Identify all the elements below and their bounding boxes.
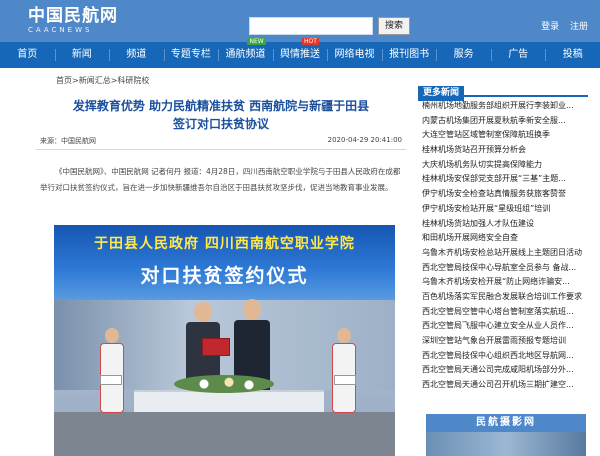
nav-item-tv[interactable]: 网络电视 bbox=[327, 42, 382, 68]
sidebar-header: 更多新闻 bbox=[418, 80, 588, 101]
title-line-1: 发挥教育优势 助力民航精准扶贫 西南航院与新疆于田县 bbox=[72, 99, 370, 113]
article: 首页>新闻汇总>科研院校 发挥教育优势 助力民航精准扶贫 西南航院与新疆于田县 … bbox=[36, 74, 406, 456]
stage-floor bbox=[54, 412, 395, 456]
article-date: 2020-04-29 20:41:00 bbox=[327, 136, 402, 144]
nav-item-topics[interactable]: 专题专栏 bbox=[163, 42, 219, 68]
attendant-left-head bbox=[105, 328, 119, 343]
divider bbox=[36, 149, 406, 150]
name-plate-left bbox=[100, 375, 122, 385]
photo-section-tab[interactable]: 民航摄影网 bbox=[426, 414, 586, 432]
register-link[interactable]: 注册 bbox=[570, 22, 588, 32]
list-item[interactable]: 伊宁机场安全检查站真情服务获旅客赞誉 bbox=[418, 187, 588, 202]
nav-item-public-opinion[interactable]: 舆情推送 HOT bbox=[272, 38, 328, 68]
signer-left-head bbox=[194, 302, 212, 322]
nav-item-submit[interactable]: 投稿 bbox=[545, 42, 600, 68]
list-item[interactable]: 深圳空管站气象台开展雷雨预报专题培训 bbox=[418, 334, 588, 349]
list-item[interactable]: 乌鲁木齐机场安检总站开展线上主题团日活动 bbox=[418, 246, 588, 261]
list-item[interactable]: 百色机场落实军民融合发展联合培训工作要求 bbox=[418, 290, 588, 305]
nav-item-ads[interactable]: 广告 bbox=[490, 42, 546, 68]
nav-item-services[interactable]: 服务 bbox=[436, 42, 491, 68]
main-nav: 首页 新闻 频道 专题专栏 通航频道 NEW 舆情推送 HOT 网络电视 报刊图书 … bbox=[0, 38, 600, 68]
list-item[interactable]: 大庆机场机务队切实提高保障能力 bbox=[418, 158, 588, 173]
list-item[interactable]: 楠州机场地勤服务部组织开展行李装卸业... bbox=[418, 99, 588, 114]
list-item[interactable]: 西北空管局飞服中心建立安全从业人员作... bbox=[418, 319, 588, 334]
logo-en: CAACNEWS bbox=[28, 26, 93, 34]
logo-cn: 中国民航网 bbox=[28, 6, 118, 26]
sidebar-more-news: 更多新闻 楠州机场地勤服务部组织开展行李装卸业... 内蒙古机场集团开展夏秋航季… bbox=[418, 80, 588, 456]
nav-label: 通航频道 bbox=[225, 49, 266, 60]
article-title: 发挥教育优势 助力民航精准扶贫 西南航院与新疆于田县 签订对口扶贫协议 bbox=[36, 97, 406, 133]
new-badge: NEW bbox=[247, 38, 266, 45]
nav-item-home[interactable]: 首页 bbox=[0, 42, 55, 68]
nav-item-channels[interactable]: 频道 bbox=[109, 42, 164, 68]
list-item[interactable]: 乌鲁木齐机场安检开展“防止网络诈骗安... bbox=[418, 275, 588, 290]
photo-thumbnail-strip[interactable] bbox=[426, 432, 586, 456]
breadcrumb-news[interactable]: 新闻汇总 bbox=[79, 76, 111, 85]
nav-label: 投稿 bbox=[562, 49, 583, 60]
list-item[interactable]: 伊宁机场安检站开展“星级班组”培训 bbox=[418, 202, 588, 217]
list-item[interactable]: 西北空管局空管中心塔台管制室落实航班... bbox=[418, 305, 588, 320]
signing-table bbox=[134, 390, 324, 412]
title-line-2: 签订对口扶贫协议 bbox=[172, 117, 269, 131]
list-item[interactable]: 大连空管站区域管制室保障航班换季 bbox=[418, 128, 588, 143]
nav-label: 新闻 bbox=[71, 49, 92, 60]
hot-badge: HOT bbox=[302, 38, 319, 45]
list-item[interactable]: 桂林机场货站召开预算分析会 bbox=[418, 143, 588, 158]
list-item[interactable]: 桂林机场安保部党支部开展“三基”主题... bbox=[418, 172, 588, 187]
nav-item-general-aviation[interactable]: 通航频道 NEW bbox=[218, 38, 273, 68]
article-photo: 于田县人民政府 四川西南航空职业学院 对口扶贫签约仪式 bbox=[54, 225, 395, 456]
list-item[interactable]: 西北空管局天通公司完成咸阳机场部分外... bbox=[418, 363, 588, 378]
nav-label: 频道 bbox=[126, 49, 147, 60]
list-item[interactable]: 西北空管局天通公司召开机场三期扩建空... bbox=[418, 378, 588, 393]
article-meta: 来源：中国民航网 2020-04-29 20:41:00 bbox=[40, 136, 402, 146]
search-button[interactable]: 搜索 bbox=[378, 17, 410, 35]
banner-line-1: 于田县人民政府 四川西南航空职业学院 bbox=[94, 236, 355, 252]
breadcrumb-research[interactable]: 科研院校 bbox=[117, 76, 149, 85]
signer-right-head bbox=[243, 299, 261, 320]
nav-item-publications[interactable]: 报刊图书 bbox=[381, 42, 437, 68]
nav-label: 首页 bbox=[17, 49, 38, 60]
banner-line-2: 对口扶贫签约仪式 bbox=[140, 265, 309, 287]
list-item[interactable]: 西北空管局技保中心导航室全员参与 备战... bbox=[418, 261, 588, 276]
photo-banner: 于田县人民政府 四川西南航空职业学院 对口扶贫签约仪式 bbox=[54, 225, 395, 300]
breadcrumb: 首页>新闻汇总>科研院校 bbox=[56, 76, 150, 85]
flower-arrangement bbox=[174, 375, 274, 393]
nav-label: 网络电视 bbox=[334, 49, 375, 60]
nav-label: 专题专栏 bbox=[170, 49, 211, 60]
nav-label: 广告 bbox=[508, 49, 529, 60]
list-item[interactable]: 和田机场开展网络安全自查 bbox=[418, 231, 588, 246]
nav-label: 报刊图书 bbox=[389, 49, 430, 60]
header-links: 登录 注册 bbox=[533, 19, 588, 32]
breadcrumb-home[interactable]: 首页 bbox=[56, 76, 72, 85]
list-item[interactable]: 桂林机场货站加强人才队伍建设 bbox=[418, 217, 588, 232]
site-logo[interactable]: 中国民航网 CAACNEWS bbox=[28, 6, 118, 35]
site-header: 中国民航网 CAACNEWS 搜索 登录 注册 bbox=[0, 0, 600, 42]
nav-label: 舆情推送 bbox=[280, 49, 320, 60]
signed-agreement bbox=[202, 338, 230, 356]
nav-label: 服务 bbox=[453, 49, 474, 60]
article-body: 《中国民航网》、中国民航网 记者何丹 报道：4月28日，四川西南航空职业学院与于… bbox=[40, 167, 401, 192]
login-link[interactable]: 登录 bbox=[541, 22, 559, 32]
nav-item-news[interactable]: 新闻 bbox=[54, 42, 110, 68]
list-item[interactable]: 内蒙古机场集团开展夏秋航季新安全服... bbox=[418, 114, 588, 129]
news-list: 楠州机场地勤服务部组织开展行李装卸业... 内蒙古机场集团开展夏秋航季新安全服.… bbox=[418, 99, 588, 393]
list-item[interactable]: 西北空管局技保中心组织西北地区导航网... bbox=[418, 349, 588, 364]
article-source: 来源：中国民航网 bbox=[40, 137, 96, 145]
attendant-right-head bbox=[337, 328, 351, 343]
search-input[interactable] bbox=[249, 17, 373, 35]
name-plate-right bbox=[334, 375, 356, 385]
